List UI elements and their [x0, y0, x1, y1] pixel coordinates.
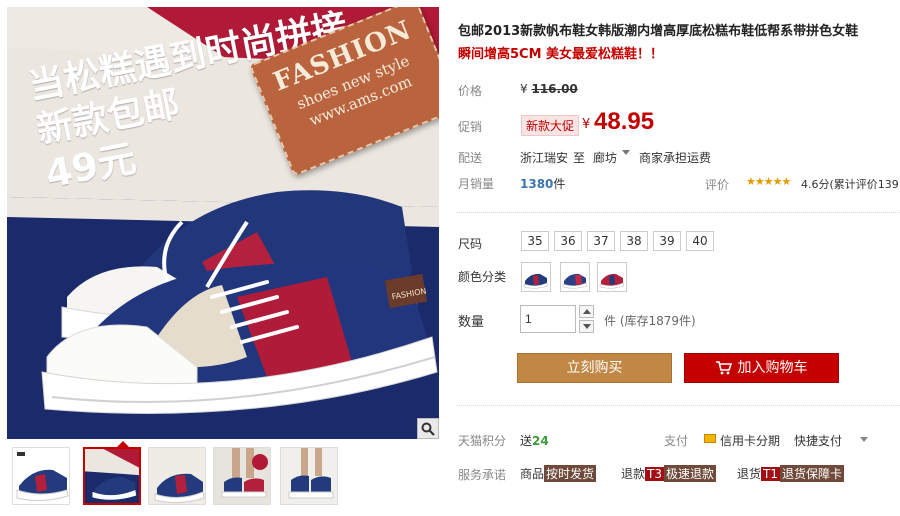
return-label: 退货	[737, 467, 762, 481]
original-price: ¥ 116.00	[520, 82, 578, 96]
goods-tag[interactable]: 按时发货	[544, 465, 597, 482]
refund-id: T3	[645, 467, 664, 481]
color-option-3[interactable]	[597, 262, 627, 292]
promo-price-label: 促销	[458, 120, 483, 134]
color-label: 颜色分类	[458, 270, 507, 284]
destination-dropdown-icon[interactable]	[622, 150, 630, 155]
quantity-increase-button[interactable]	[579, 305, 594, 318]
divider-1	[457, 212, 900, 213]
refund-tag[interactable]: 极速退款	[663, 465, 716, 482]
promo-badge: 新款大促	[521, 115, 580, 136]
service-return: 退货 T1 退货保障卡	[737, 465, 844, 482]
thumbnail-4[interactable]	[213, 447, 271, 505]
size-option-36[interactable]: 36	[554, 231, 582, 251]
sales-count: 1380	[520, 177, 554, 191]
payment-dropdown-icon[interactable]	[860, 437, 868, 442]
return-id: T1	[761, 467, 780, 481]
color-swatch-image	[523, 273, 549, 289]
shopping-cart-icon	[715, 361, 732, 375]
divider-2	[457, 405, 900, 406]
thumbnail-2[interactable]	[83, 447, 141, 505]
buy-now-button[interactable]: 立刻购买	[517, 353, 672, 383]
product-subtitle: 瞬间增高5CM 美女最爱松糕鞋！！	[458, 47, 664, 62]
quick-pay[interactable]: 快捷支付	[794, 432, 842, 449]
size-option-35[interactable]: 35	[521, 231, 549, 251]
color-option-1[interactable]	[521, 262, 551, 292]
monthly-sales-label: 月销量	[458, 177, 495, 191]
chevron-down-icon	[582, 324, 591, 329]
magnifier-icon	[421, 422, 435, 436]
product-title: 包邮2013新款帆布鞋女韩版潮内增高厚底松糕布鞋低帮系带拼色女鞋	[458, 24, 859, 39]
color-swatch-image	[562, 273, 588, 289]
thumb-worn-image	[281, 448, 337, 504]
thumbnail-3[interactable]	[148, 447, 206, 505]
service-label: 服务承诺	[458, 468, 507, 482]
rating-text[interactable]: 4.6分(累计评价139	[801, 176, 899, 192]
star-rating-icon: ★★★★★	[746, 175, 791, 188]
orig-price-label: 价格	[458, 84, 483, 98]
points-value: 24	[532, 434, 549, 448]
size-option-39[interactable]: 39	[653, 231, 681, 251]
quantity-decrease-button[interactable]	[579, 320, 594, 333]
points-label: 天猫积分	[458, 434, 507, 448]
zoom-button[interactable]	[417, 418, 439, 439]
shipping-label: 配送	[458, 151, 483, 165]
size-option-40[interactable]: 40	[686, 231, 714, 251]
color-option-2[interactable]	[560, 262, 590, 292]
thumb-model-image	[214, 448, 270, 504]
thumb-promo-image	[85, 449, 139, 503]
main-product-image[interactable]: FASHION 当松糕遇到时尚拼接 新款包邮 49元 FASHION shoes…	[7, 7, 439, 439]
orig-currency: ¥	[520, 82, 528, 96]
points-text: 送24	[520, 432, 549, 449]
sales-unit: 件	[553, 177, 566, 191]
rating-label: 评价	[705, 178, 730, 192]
service-goods: 商品 按时发货	[520, 465, 597, 482]
ship-destination[interactable]: 廊坊	[593, 149, 617, 166]
shipping-fee: 商家承担运费	[639, 151, 712, 165]
payment-label: 支付	[664, 434, 689, 448]
credit-card-installment[interactable]: 信用卡分期	[720, 432, 780, 449]
chevron-up-icon	[582, 309, 591, 314]
stock-text: 件 (库存1879件)	[604, 314, 696, 328]
refund-label: 退款	[621, 467, 646, 481]
thumb-shoe-image	[13, 448, 69, 504]
thumb-detail-image	[149, 448, 205, 504]
size-option-37[interactable]: 37	[587, 231, 615, 251]
size-label: 尺码	[458, 237, 483, 251]
promo-price-value: 48.95	[594, 108, 655, 135]
service-refund: 退款 T3 极速退款	[621, 465, 716, 482]
thumbnail-5[interactable]	[280, 447, 338, 505]
monthly-sales: 1380件	[520, 175, 565, 192]
color-swatch-image	[599, 273, 625, 289]
add-to-cart-button[interactable]: 加入购物车	[684, 353, 839, 383]
quantity-label: 数量	[458, 315, 485, 330]
points-give: 送	[520, 434, 533, 448]
size-option-38[interactable]: 38	[620, 231, 648, 251]
price-currency: ¥	[582, 117, 591, 132]
ship-from: 浙江瑞安	[520, 151, 569, 165]
ship-to-word: 至	[573, 151, 586, 165]
active-thumb-indicator	[117, 441, 129, 447]
quantity-input[interactable]	[520, 305, 576, 333]
return-tag[interactable]: 退货保障卡	[779, 465, 844, 482]
orig-price-value: 116.00	[531, 82, 578, 96]
credit-card-icon	[704, 434, 716, 443]
add-to-cart-label: 加入购物车	[737, 360, 808, 376]
goods-label: 商品	[520, 467, 545, 481]
thumbnail-1[interactable]	[12, 447, 70, 505]
